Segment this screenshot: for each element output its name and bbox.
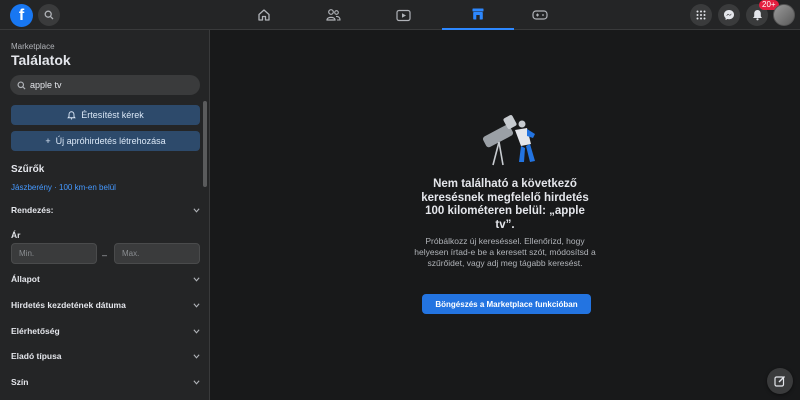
filter-label: Állapot bbox=[11, 274, 40, 284]
filter-label: Szín bbox=[11, 377, 29, 387]
sort-dropdown[interactable]: Rendezés: bbox=[11, 203, 200, 217]
filter-label: Hirdetés kezdetének dátuma bbox=[11, 300, 126, 310]
chevron-down-icon bbox=[193, 207, 200, 213]
search-button[interactable] bbox=[38, 4, 60, 26]
filters-heading: Szűrők bbox=[11, 164, 45, 175]
menu-button[interactable] bbox=[690, 4, 712, 26]
nav-tab-friends[interactable] bbox=[297, 0, 369, 30]
location-filter-link[interactable]: Jászberény · 100 km-en belül bbox=[11, 183, 116, 192]
grid-menu-icon bbox=[696, 10, 706, 20]
telescope-illustration bbox=[482, 115, 535, 166]
nav-tab-watch[interactable] bbox=[367, 0, 439, 30]
bell-icon bbox=[752, 10, 762, 21]
price-max-input[interactable]: Max. bbox=[114, 243, 200, 264]
video-icon bbox=[395, 9, 411, 21]
breadcrumb[interactable]: Marketplace bbox=[11, 42, 55, 51]
chevron-down-icon bbox=[193, 328, 200, 334]
chevron-down-icon bbox=[193, 302, 200, 308]
filter-seller-type[interactable]: Eladó típusa bbox=[11, 349, 200, 363]
sort-label: Rendezés: bbox=[11, 205, 54, 215]
compose-icon bbox=[774, 376, 785, 387]
facebook-logo[interactable]: f bbox=[10, 4, 33, 27]
notify-me-label: Értesítést kérek bbox=[81, 110, 144, 120]
browse-marketplace-button[interactable]: Böngészés a Marketplace funkcióban bbox=[422, 294, 591, 314]
filter-date-listed[interactable]: Hirdetés kezdetének dátuma bbox=[11, 298, 200, 312]
search-input-value: apple tv bbox=[30, 80, 62, 90]
filter-label: Eladó típusa bbox=[11, 351, 62, 361]
notify-me-button[interactable]: Értesítést kérek bbox=[11, 105, 200, 125]
avatar[interactable] bbox=[773, 4, 795, 26]
price-min-input[interactable]: Min. bbox=[11, 243, 97, 264]
search-icon bbox=[17, 80, 26, 90]
top-navigation-bar: f 20+ bbox=[0, 0, 800, 30]
friends-icon bbox=[325, 9, 341, 21]
messenger-button[interactable] bbox=[718, 4, 740, 26]
create-listing-label: Új apróhirdetés létrehozása bbox=[55, 136, 166, 146]
plus-icon: + bbox=[45, 136, 51, 146]
empty-state-title: Nem található a következő keresésnek meg… bbox=[421, 178, 589, 231]
messenger-icon bbox=[724, 10, 734, 20]
filter-condition[interactable]: Állapot bbox=[11, 272, 200, 286]
gamepad-icon bbox=[532, 10, 548, 20]
empty-state-subtitle: Próbálkozz új kereséssel. Ellenőrizd, ho… bbox=[414, 236, 596, 268]
price-range-dash: – bbox=[102, 250, 108, 260]
filter-availability[interactable]: Elérhetőség bbox=[11, 324, 200, 338]
nav-tab-gaming[interactable] bbox=[504, 0, 576, 30]
sidebar-scrollbar[interactable] bbox=[203, 101, 207, 187]
page-title: Találatok bbox=[11, 52, 71, 68]
chevron-down-icon bbox=[193, 353, 200, 359]
create-listing-button[interactable]: + Új apróhirdetés létrehozása bbox=[11, 131, 200, 151]
bell-icon bbox=[67, 110, 77, 120]
price-label: Ár bbox=[11, 230, 21, 240]
nav-tab-home[interactable] bbox=[228, 0, 300, 30]
main-content: Nem található a következő keresésnek meg… bbox=[210, 30, 800, 400]
new-message-button[interactable] bbox=[767, 368, 793, 394]
home-icon bbox=[258, 9, 270, 21]
filter-color[interactable]: Szín bbox=[11, 375, 200, 389]
sidebar: Marketplace Találatok apple tv Értesítés… bbox=[0, 30, 210, 400]
chevron-down-icon bbox=[193, 379, 200, 385]
marketplace-icon bbox=[472, 8, 484, 20]
search-icon bbox=[44, 10, 54, 20]
chevron-down-icon bbox=[193, 276, 200, 282]
filter-label: Elérhetőség bbox=[11, 326, 60, 336]
search-input[interactable]: apple tv bbox=[10, 75, 200, 95]
